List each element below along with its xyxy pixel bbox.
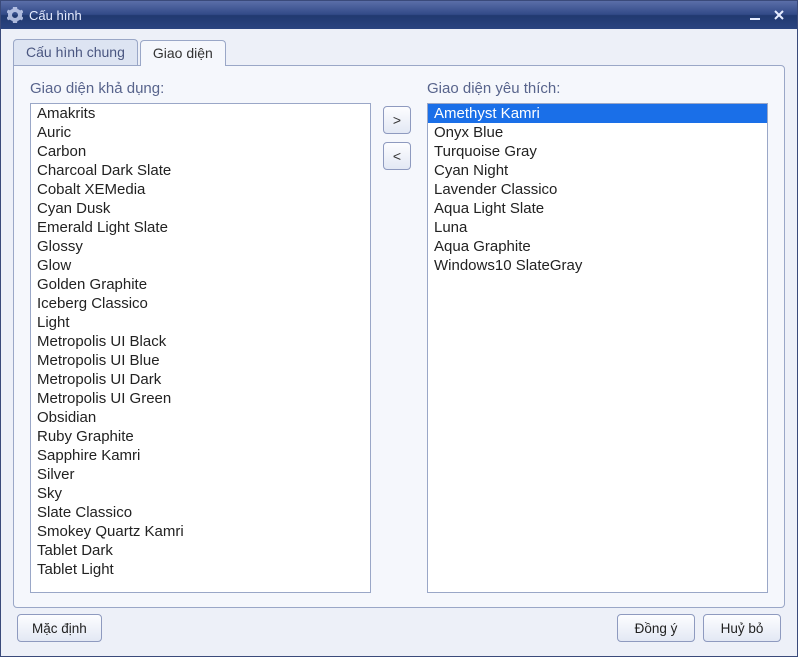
available-column: Giao diện khả dụng: AmakritsAuricCarbonC… [30, 80, 371, 593]
list-item[interactable]: Aqua Light Slate [428, 199, 767, 218]
list-item[interactable]: Onyx Blue [428, 123, 767, 142]
config-window: Cấu hình Cấu hình chung Giao diện Giao d… [0, 0, 798, 657]
tab-panel-appearance: Giao diện khả dụng: AmakritsAuricCarbonC… [13, 65, 785, 608]
client-area: Cấu hình chung Giao diện Giao diện khả d… [1, 29, 797, 656]
favorite-column: Giao diện yêu thích: Amethyst KamriOnyx … [427, 80, 768, 593]
list-item[interactable]: Cobalt XEMedia [31, 180, 370, 199]
tab-appearance[interactable]: Giao diện [140, 40, 226, 66]
tab-general[interactable]: Cấu hình chung [13, 39, 138, 65]
close-button[interactable] [767, 6, 791, 24]
list-item[interactable]: Obsidian [31, 408, 370, 427]
list-item[interactable]: Ruby Graphite [31, 427, 370, 446]
list-item[interactable]: Tablet Light [31, 560, 370, 579]
list-item[interactable]: Turquoise Gray [428, 142, 767, 161]
list-item[interactable]: Silver [31, 465, 370, 484]
list-item[interactable]: Glow [31, 256, 370, 275]
list-item[interactable]: Aqua Graphite [428, 237, 767, 256]
columns: Giao diện khả dụng: AmakritsAuricCarbonC… [30, 80, 768, 593]
available-listbox[interactable]: AmakritsAuricCarbonCharcoal Dark SlateCo… [30, 103, 371, 593]
minimize-button[interactable] [743, 6, 767, 24]
favorite-listbox[interactable]: Amethyst KamriOnyx BlueTurquoise GrayCya… [427, 103, 768, 593]
list-item[interactable]: Windows10 SlateGray [428, 256, 767, 275]
list-item[interactable]: Lavender Classico [428, 180, 767, 199]
move-left-button[interactable]: < [383, 142, 411, 170]
list-item[interactable]: Metropolis UI Dark [31, 370, 370, 389]
tab-strip: Cấu hình chung Giao diện [13, 39, 785, 65]
list-item[interactable]: Golden Graphite [31, 275, 370, 294]
list-item[interactable]: Amakrits [31, 104, 370, 123]
list-item[interactable]: Metropolis UI Black [31, 332, 370, 351]
ok-button[interactable]: Đồng ý [617, 614, 695, 642]
favorite-label: Giao diện yêu thích: [427, 80, 768, 97]
default-button[interactable]: Mặc định [17, 614, 102, 642]
list-item[interactable]: Cyan Night [428, 161, 767, 180]
list-item[interactable]: Iceberg Classico [31, 294, 370, 313]
list-item[interactable]: Luna [428, 218, 767, 237]
list-item[interactable]: Charcoal Dark Slate [31, 161, 370, 180]
list-item[interactable]: Amethyst Kamri [428, 104, 767, 123]
list-item[interactable]: Slate Classico [31, 503, 370, 522]
cancel-button[interactable]: Huỷ bỏ [703, 614, 781, 642]
titlebar: Cấu hình [1, 1, 797, 29]
window-title: Cấu hình [29, 8, 743, 23]
list-item[interactable]: Light [31, 313, 370, 332]
list-item[interactable]: Metropolis UI Blue [31, 351, 370, 370]
list-item[interactable]: Cyan Dusk [31, 199, 370, 218]
list-item[interactable]: Sapphire Kamri [31, 446, 370, 465]
footer: Mặc định Đồng ý Huỷ bỏ [13, 608, 785, 648]
list-item[interactable]: Emerald Light Slate [31, 218, 370, 237]
transfer-buttons: > < [383, 106, 415, 593]
available-label: Giao diện khả dụng: [30, 80, 371, 97]
list-item[interactable]: Auric [31, 123, 370, 142]
list-item[interactable]: Smokey Quartz Kamri [31, 522, 370, 541]
list-item[interactable]: Glossy [31, 237, 370, 256]
list-item[interactable]: Carbon [31, 142, 370, 161]
list-item[interactable]: Tablet Dark [31, 541, 370, 560]
move-right-button[interactable]: > [383, 106, 411, 134]
gear-icon [7, 7, 23, 23]
list-item[interactable]: Sky [31, 484, 370, 503]
list-item[interactable]: Metropolis UI Green [31, 389, 370, 408]
